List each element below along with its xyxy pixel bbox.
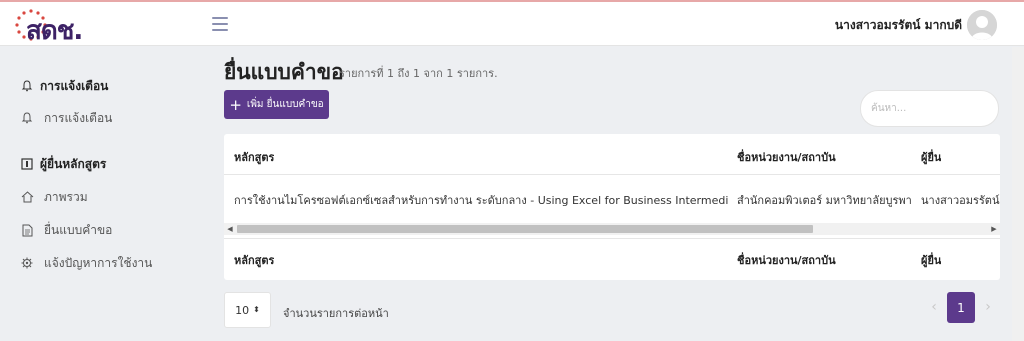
- sidebar-item-label: ภาพรวม: [44, 190, 88, 204]
- avatar[interactable]: [967, 10, 997, 40]
- per-page-value: 10: [235, 303, 250, 317]
- home-icon: [20, 190, 34, 205]
- divider: [224, 174, 1000, 175]
- cell-course: การใช้งานไมโครซอฟต์เอกซ์เซลสำหรับการทำงา…: [234, 194, 729, 207]
- scroll-thumb[interactable]: [237, 225, 813, 233]
- sidebar-section-title: การแจ้งเตือน: [40, 79, 109, 93]
- search-input[interactable]: [860, 90, 999, 127]
- main-content: ยื่นแบบคำขอ รายการที่ 1 ถึง 1 จาก 1 รายก…: [212, 47, 1012, 341]
- add-request-button[interactable]: + เพิ่ม ยื่นแบบคำขอ: [224, 90, 329, 119]
- scroll-left-icon[interactable]: ◀: [224, 223, 236, 235]
- page-scrollbar[interactable]: [1012, 47, 1024, 341]
- menu-toggle-icon[interactable]: [212, 17, 228, 31]
- footer-header-organization: ชื่อหน่วยงาน/สถาบัน: [737, 254, 836, 267]
- id-card-icon: [20, 157, 34, 172]
- column-header-organization[interactable]: ชื่อหน่วยงาน/สถาบัน: [737, 148, 836, 166]
- sort-arrows-icon: ⬍: [253, 305, 260, 314]
- pagination-prev-icon[interactable]: ‹: [921, 292, 947, 322]
- per-page-label: จำนวนรายการต่อหน้า: [283, 307, 389, 320]
- record-count: รายการที่ 1 ถึง 1 จาก 1 รายการ.: [339, 67, 498, 80]
- cell-organization: สำนักคอมพิวเตอร์ มหาวิทยาลัยบูรพา: [737, 194, 912, 207]
- sidebar-item-label: การแจ้งเตือน: [44, 111, 113, 125]
- bell-icon: [20, 111, 34, 126]
- pagination-page-1[interactable]: 1: [947, 292, 975, 323]
- requests-table: หลักสูตร ชื่อหน่วยงาน/สถาบัน ผู้ยื่น การ…: [224, 134, 1000, 280]
- top-bar: สดช. นางสาวอมรรัตน์ มากบดี: [0, 0, 1024, 46]
- sidebar-item-notifications[interactable]: การแจ้งเตือน: [20, 109, 112, 128]
- bug-icon: [20, 257, 34, 271]
- sidebar: การแจ้งเตือน การแจ้งเตือน ผู้ยื่นหลักสูต…: [0, 47, 200, 341]
- sidebar-item-report-issue[interactable]: แจ้งปัญหาการใช้งาน: [20, 254, 152, 273]
- add-request-label: เพิ่ม ยื่นแบบคำขอ: [246, 99, 324, 110]
- cell-applicant: นางสาวอมรรัตน์ มากบดี: [921, 194, 1000, 207]
- horizontal-scrollbar[interactable]: ◀ ▶: [224, 223, 1000, 235]
- footer-header-applicant: ผู้ยื่น: [921, 254, 942, 267]
- per-page-select[interactable]: 10 ⬍: [224, 292, 271, 328]
- page-title: ยื่นแบบคำขอ: [224, 60, 344, 84]
- sidebar-item-label: แจ้งปัญหาการใช้งาน: [44, 256, 153, 270]
- pagination-next-icon[interactable]: ›: [975, 292, 1001, 322]
- document-icon: [20, 224, 34, 238]
- user-name[interactable]: นางสาวอมรรัตน์ มากบดี: [835, 16, 962, 35]
- column-header-applicant[interactable]: ผู้ยื่น: [921, 148, 941, 166]
- sidebar-item-submit-request[interactable]: ยื่นแบบคำขอ: [20, 221, 112, 240]
- user-avatar-icon: [967, 10, 997, 40]
- column-header-course[interactable]: หลักสูตร: [234, 148, 274, 166]
- logo-text: สดช.: [26, 16, 83, 46]
- scroll-right-icon[interactable]: ▶: [988, 223, 1000, 235]
- logo[interactable]: สดช.: [14, 8, 84, 46]
- footer-header-course: หลักสูตร: [234, 254, 275, 267]
- plus-icon: +: [229, 95, 242, 114]
- divider: [224, 238, 1000, 239]
- sidebar-section-title: ผู้ยื่นหลักสูตร: [40, 157, 107, 171]
- sidebar-section-course-applicant: ผู้ยื่นหลักสูตร: [20, 155, 106, 174]
- sidebar-item-overview[interactable]: ภาพรวม: [20, 188, 88, 207]
- bell-icon: [20, 79, 34, 94]
- sidebar-section-notifications: การแจ้งเตือน: [20, 77, 108, 96]
- sidebar-item-label: ยื่นแบบคำขอ: [44, 223, 113, 237]
